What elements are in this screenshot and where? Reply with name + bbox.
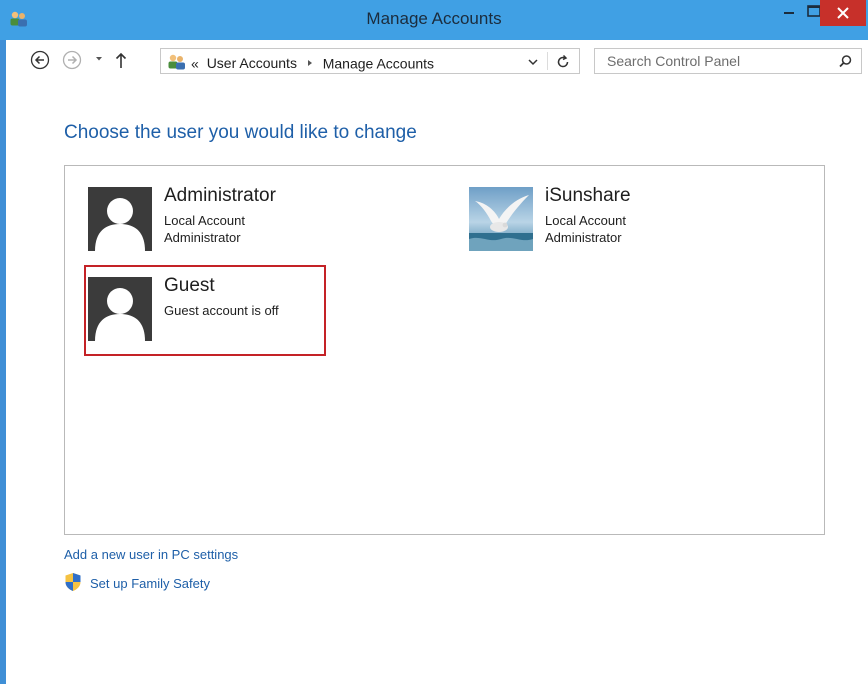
breadcrumb-user-accounts[interactable]: User Accounts [207, 55, 297, 71]
recent-locations-chevron-icon[interactable] [94, 54, 104, 64]
account-status: Guest account is off [164, 303, 279, 318]
control-panel-users-icon [168, 54, 185, 70]
account-guest[interactable]: Guest Guest account is off [88, 275, 324, 343]
default-user-icon [88, 277, 152, 341]
account-type: Local Account [545, 213, 626, 228]
account-administrator[interactable]: Administrator Local Account Administrato… [88, 185, 328, 253]
search-box[interactable] [594, 48, 862, 74]
account-role: Administrator [545, 230, 622, 245]
window-title: Manage Accounts [366, 9, 502, 28]
address-bar[interactable]: « User Accounts Manage Accounts [160, 48, 580, 74]
add-user-link[interactable]: Add a new user in PC settings [64, 547, 238, 562]
close-icon [837, 7, 849, 19]
account-isunshare[interactable]: iSunshare Local Account Administrator [469, 185, 709, 253]
search-input[interactable] [595, 49, 825, 73]
navigation-bar: « User Accounts Manage Accounts [6, 40, 868, 80]
close-button[interactable] [820, 0, 866, 26]
seagull-photo [469, 187, 533, 251]
account-type: Local Account [164, 213, 245, 228]
account-name: Guest [164, 275, 215, 296]
breadcrumb-separator-icon[interactable] [305, 58, 315, 68]
minimize-icon [784, 12, 794, 14]
page-heading: Choose the user you would like to change [64, 122, 417, 143]
refresh-icon[interactable] [555, 54, 571, 70]
forward-arrow-icon[interactable] [62, 50, 82, 70]
manage-accounts-window: Manage Accounts « User Accounts Manage A… [0, 0, 868, 684]
address-dropdown-chevron-icon[interactable] [527, 57, 539, 67]
back-arrow-icon[interactable] [30, 50, 50, 70]
default-user-icon [88, 187, 152, 251]
breadcrumb: « User Accounts Manage Accounts [191, 54, 434, 71]
address-divider [547, 52, 548, 70]
account-role: Administrator [164, 230, 241, 245]
uac-shield-icon [65, 573, 81, 591]
breadcrumb-manage-accounts[interactable]: Manage Accounts [323, 55, 434, 71]
search-icon[interactable] [838, 54, 853, 69]
account-name: Administrator [164, 185, 276, 206]
title-bar[interactable]: Manage Accounts [0, 0, 868, 40]
family-safety-link[interactable]: Set up Family Safety [90, 576, 210, 591]
minimize-button[interactable] [776, 0, 802, 26]
up-arrow-icon[interactable] [114, 50, 128, 70]
breadcrumb-overflow[interactable]: « [191, 55, 199, 71]
account-name: iSunshare [545, 185, 631, 206]
